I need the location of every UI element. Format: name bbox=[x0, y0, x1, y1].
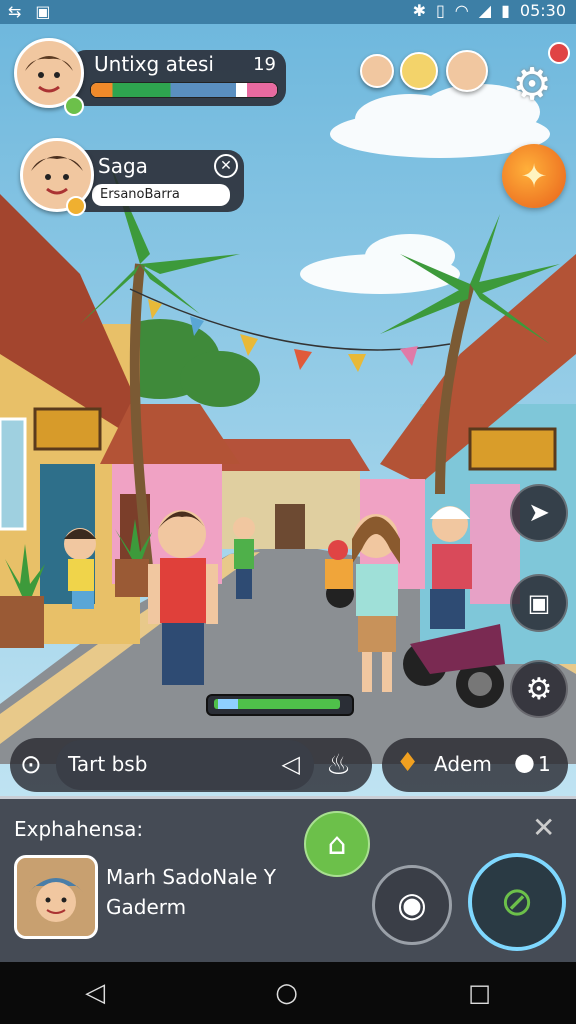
action-progress-bar bbox=[206, 694, 354, 716]
expansion-panel: Exphahensa: ✕ ⌂ Marh SadoNale Y Gaderm ◉… bbox=[0, 796, 576, 965]
vibrate-icon: ▯ bbox=[435, 1, 445, 20]
gear-icon: ⚙ bbox=[525, 671, 553, 707]
fire-icon: ✦ bbox=[520, 157, 548, 195]
chat-count: 1 bbox=[538, 752, 551, 776]
horn-icon[interactable]: ◁ bbox=[282, 750, 300, 778]
search-text: Tart bsb bbox=[68, 752, 148, 776]
recents-icon[interactable]: □ bbox=[468, 979, 491, 1007]
genie-lamp-icon[interactable]: ♨ bbox=[326, 748, 351, 781]
player-hud[interactable]: Untixg atesi 19 bbox=[70, 50, 286, 106]
chat-message: ErsanoBarra bbox=[92, 184, 230, 206]
game-scene[interactable]: Untixg atesi 19 ⚙ ✦ Saga ✕ ErsanoBarra ➤… bbox=[0, 24, 576, 796]
player-level: 19 bbox=[253, 54, 276, 75]
hp-bar bbox=[90, 82, 278, 98]
item-portrait bbox=[17, 858, 95, 936]
friend-avatar[interactable] bbox=[360, 54, 394, 88]
back-icon[interactable]: ◁ bbox=[85, 978, 105, 1008]
panel-title: Exphahensa: bbox=[14, 817, 144, 841]
navigation-bar: ◁ ○ □ bbox=[0, 962, 576, 1024]
map-icon: ⊘ bbox=[500, 879, 534, 925]
chat-sender: Saga bbox=[98, 154, 148, 178]
screenshot-icon: ▣ bbox=[35, 2, 51, 21]
item-title-line1: Marh SadoNale Y bbox=[106, 865, 276, 889]
badge-icon bbox=[66, 196, 86, 216]
map-button[interactable]: ⊘ bbox=[468, 853, 566, 951]
scene-settings-button[interactable]: ⚙ bbox=[510, 660, 568, 718]
friend-avatar[interactable] bbox=[446, 50, 488, 92]
battery-icon: ▮ bbox=[501, 1, 510, 20]
clock: 05:30 bbox=[519, 1, 566, 20]
wifi-icon: ◠ bbox=[454, 1, 469, 20]
gear-icon: ⚙ bbox=[512, 58, 552, 110]
search-icon[interactable]: ⊙ bbox=[20, 750, 42, 780]
close-icon[interactable]: ✕ bbox=[214, 154, 238, 178]
scene-illustration bbox=[0, 24, 576, 796]
robot-icon: ▣ bbox=[527, 589, 551, 617]
bluetooth-icon: ✱ bbox=[412, 1, 426, 20]
signal-icon: ◢ bbox=[478, 1, 492, 20]
boost-button[interactable]: ✦ bbox=[502, 144, 566, 208]
home-button[interactable]: ⌂ bbox=[304, 811, 370, 877]
usb-icon: ⇆ bbox=[8, 2, 22, 21]
location-chip[interactable]: ♦ Adem ● 1 bbox=[382, 738, 568, 792]
fire-icon: ♦ bbox=[396, 748, 420, 778]
item-title-line2: Gaderm bbox=[106, 895, 187, 919]
online-indicator bbox=[64, 96, 84, 116]
paper-plane-icon: ➤ bbox=[528, 498, 550, 528]
camera-button[interactable]: ◉ bbox=[372, 865, 452, 945]
chat-icon[interactable]: ● bbox=[514, 748, 535, 776]
camera-icon: ◉ bbox=[397, 885, 427, 925]
player-name: Untixg atesi bbox=[94, 52, 214, 76]
hp-bar-fill bbox=[91, 83, 237, 97]
status-bar: ⇆ ▣ ✱ ▯ ◠ ◢ ▮ 05:30 bbox=[0, 0, 576, 24]
close-icon[interactable]: ✕ bbox=[532, 811, 555, 844]
send-button[interactable]: ➤ bbox=[510, 484, 568, 542]
notification-dot bbox=[548, 42, 570, 64]
item-thumbnail[interactable] bbox=[14, 855, 98, 939]
home-nav-icon[interactable]: ○ bbox=[275, 978, 298, 1008]
friend-avatar[interactable] bbox=[400, 52, 438, 90]
home-icon: ⌂ bbox=[327, 826, 347, 862]
robot-button[interactable]: ▣ bbox=[510, 574, 568, 632]
search-field[interactable]: Tart bsb ◁ bbox=[56, 740, 314, 790]
location-label: Adem bbox=[434, 752, 492, 776]
